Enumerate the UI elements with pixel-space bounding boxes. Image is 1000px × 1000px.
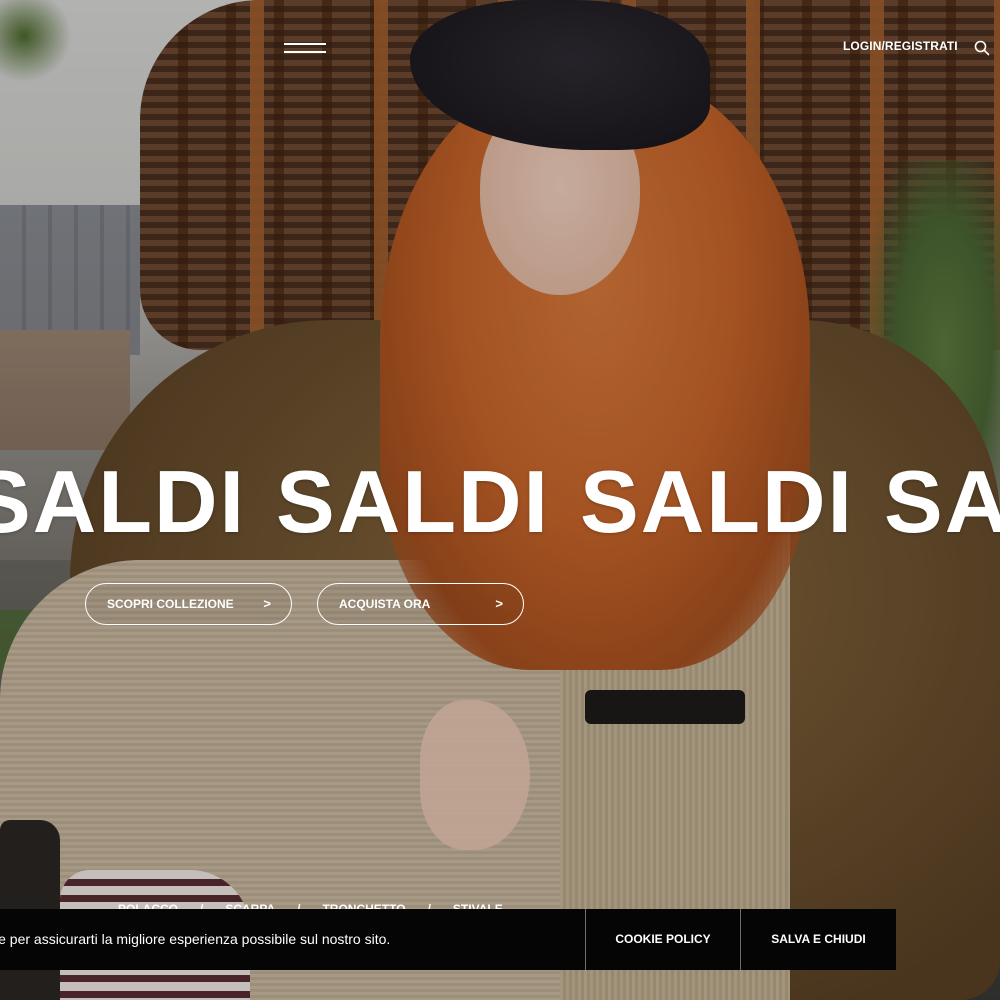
save-and-close-button[interactable]: SALVA E CHIUDI [741,909,896,970]
button-label: SCOPRI COLLEZIONE [107,597,234,611]
menu-line [284,43,326,45]
menu-line [284,51,326,53]
discover-collection-button[interactable]: SCOPRI COLLEZIONE > [85,583,292,625]
marquee-word: SALDI [884,452,1000,551]
marquee-word: SALDI [0,452,246,551]
cookie-policy-button[interactable]: COOKIE POLICY [586,909,740,970]
search-icon[interactable] [974,40,990,56]
cookie-banner: kie per assicurarti la migliore esperien… [0,909,896,970]
hero-section: LOGIN/REGISTRATI SALDI SALDI SALDI SALDI SC… [0,0,1000,1000]
arrow-right-icon: > [495,596,503,611]
login-register-link[interactable]: LOGIN/REGISTRATI [843,39,958,53]
shop-now-button[interactable]: ACQUISTA ORA > [317,583,524,625]
hamburger-menu-icon[interactable] [284,40,326,56]
cookie-message: kie per assicurarti la migliore esperien… [0,931,391,947]
saldi-marquee: SALDI SALDI SALDI SALDI [0,452,1000,552]
marquee-word: SALDI [276,452,550,551]
arrow-right-icon: > [263,596,271,611]
marquee-word: SALDI [580,452,854,551]
button-label: ACQUISTA ORA [339,597,431,611]
